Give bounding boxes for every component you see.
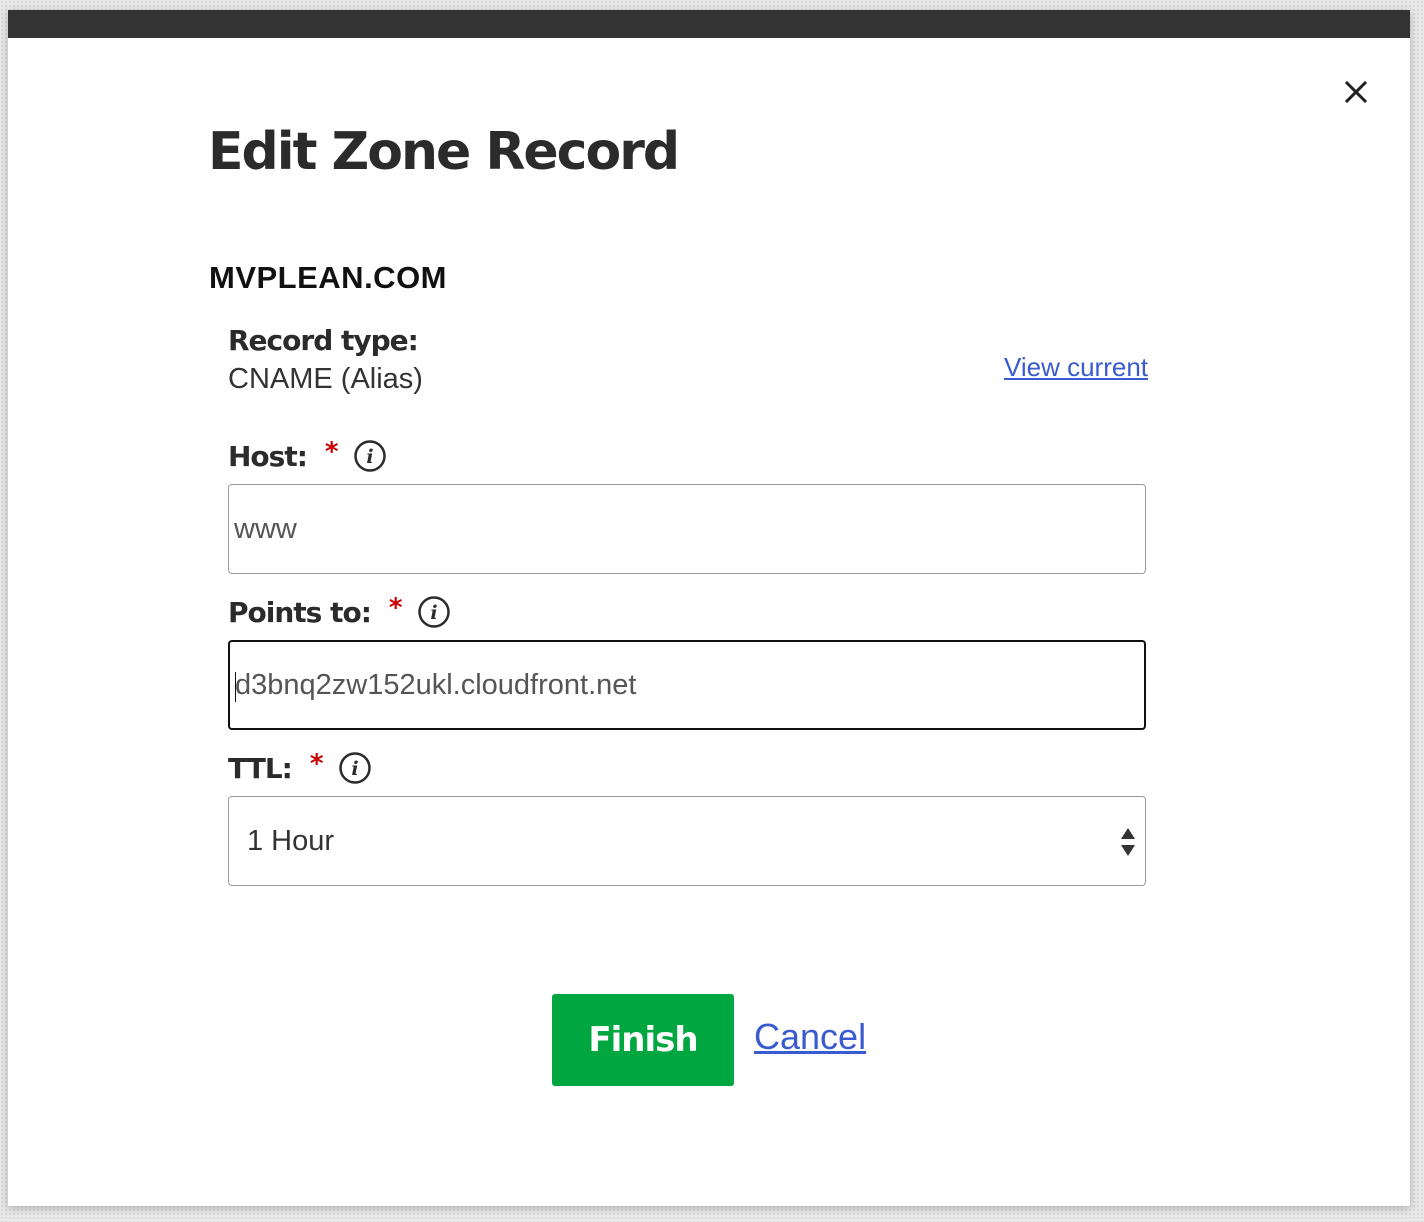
edit-zone-record-dialog: Edit Zone Record MVPLEAN.COM Record type…	[8, 10, 1410, 1206]
host-input[interactable]	[229, 485, 1145, 573]
domain-name: MVPLEAN.COM	[209, 260, 447, 295]
finish-button[interactable]: Finish	[552, 994, 734, 1086]
required-marker: *	[324, 437, 339, 467]
host-section: Host: * i	[228, 436, 1148, 574]
page-title: Edit Zone Record	[208, 122, 680, 182]
cancel-link[interactable]: Cancel	[754, 1016, 866, 1058]
record-type-label: Record type:	[228, 324, 419, 357]
info-icon[interactable]: i	[353, 439, 387, 473]
zone-record-form: Record type: CNAME (Alias) View current …	[228, 324, 1148, 886]
info-icon[interactable]: i	[417, 595, 451, 629]
info-icon[interactable]: i	[338, 751, 372, 785]
text-caret	[235, 672, 236, 702]
required-marker: *	[388, 593, 403, 623]
host-label: Host:	[228, 439, 308, 473]
close-icon[interactable]	[1342, 78, 1370, 106]
record-type-section: Record type: CNAME (Alias) View current	[228, 324, 1148, 418]
ttl-section: TTL: * i 1 Hour	[228, 748, 1148, 886]
points-to-section: Points to: * i	[228, 592, 1148, 730]
host-input-box	[228, 484, 1146, 574]
points-to-input[interactable]	[230, 642, 1144, 728]
svg-text:i: i	[351, 758, 358, 780]
svg-text:i: i	[366, 446, 373, 468]
points-to-input-box	[228, 640, 1146, 730]
svg-text:i: i	[430, 602, 437, 624]
points-to-label: Points to:	[228, 595, 372, 629]
ttl-selected-value: 1 Hour	[247, 825, 335, 857]
dialog-top-bar	[8, 10, 1410, 38]
ttl-label: TTL:	[228, 751, 293, 785]
select-arrows-icon	[1119, 826, 1137, 858]
view-current-link[interactable]: View current	[1004, 352, 1148, 383]
required-marker: *	[309, 749, 324, 779]
ttl-select[interactable]: 1 Hour	[228, 796, 1146, 886]
